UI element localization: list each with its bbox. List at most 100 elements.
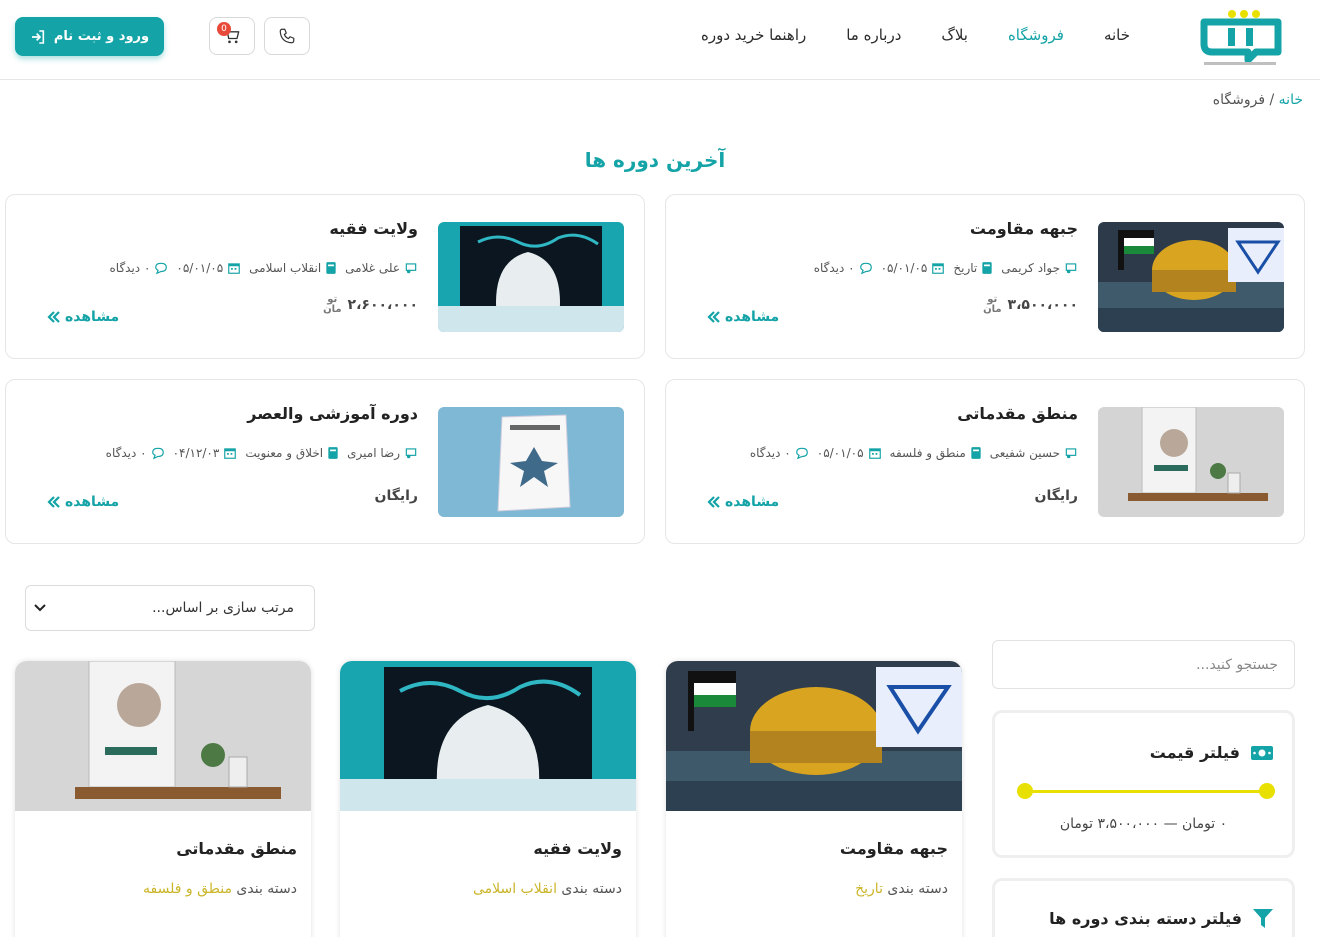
- cart-count-badge: 0: [217, 22, 231, 36]
- course-date: ۰۴/۱۲/۰۳: [172, 446, 220, 460]
- course-price: رایگان: [375, 488, 418, 504]
- category-icon: [982, 262, 992, 274]
- product-category-value[interactable]: منطق و فلسفه: [143, 881, 232, 897]
- product-card[interactable]: جبهه مقاومت دسته بندی تاریخ: [666, 661, 962, 937]
- nav-shop[interactable]: فروشگاه: [1008, 26, 1064, 44]
- course-category: منطق و فلسفه: [889, 446, 966, 460]
- product-category: دسته بندی منطق و فلسفه: [143, 881, 297, 897]
- product-title[interactable]: ولایت فقیه: [533, 839, 622, 858]
- course-date: ۰۵/۰۱/۰۵: [816, 446, 864, 460]
- product-card[interactable]: منطق مقدماتی دسته بندی منطق و فلسفه: [15, 661, 311, 937]
- double-chevron-left-icon: [707, 496, 720, 508]
- funnel-icon: [1253, 909, 1273, 928]
- course-meta: حسین شفیعی منطق و فلسفه ۰۵/۰۱/۰۵ ۰ دیدگا…: [750, 446, 1078, 460]
- course-comments: ۰ دیدگاه: [105, 446, 147, 460]
- latest-course-card[interactable]: منطق مقدماتی حسین شفیعی منطق و فلسفه ۰۵/…: [665, 379, 1305, 544]
- price-value: ۲،۶۰۰،۰۰۰: [347, 297, 418, 313]
- price-value: ۳،۵۰۰،۰۰۰: [1007, 297, 1078, 313]
- course-title[interactable]: منطق مقدماتی: [957, 404, 1078, 423]
- category-filter-title: فیلتر دسته بندی دوره ها: [1049, 908, 1242, 928]
- product-category-value[interactable]: انقلاب اسلامی: [473, 881, 557, 897]
- product-card[interactable]: ولایت فقیه دسته بندی انقلاب اسلامی: [340, 661, 636, 937]
- product-title[interactable]: منطق مقدماتی: [176, 839, 297, 858]
- phone-button[interactable]: [264, 17, 310, 55]
- price-range-text: ۰ تومان — ۳،۵۰۰،۰۰۰ تومان: [1059, 816, 1228, 832]
- teacher-icon: [1065, 263, 1077, 274]
- product-title[interactable]: جبهه مقاومت: [840, 839, 948, 858]
- product-image: [15, 661, 311, 811]
- double-chevron-left-icon: [47, 311, 60, 323]
- course-thumbnail: [1098, 222, 1284, 332]
- category-filter-header: فیلتر دسته بندی دوره ها: [1049, 907, 1274, 929]
- latest-course-card[interactable]: جبهه مقاومت جواد کریمی تاریخ ۰۵/۰۱/۰۵ ۰ …: [665, 194, 1305, 359]
- course-teacher: رضا امیری: [347, 446, 400, 460]
- login-icon: [31, 29, 45, 44]
- site-logo[interactable]: [1198, 8, 1284, 70]
- price-currency: تو مان: [983, 294, 1002, 315]
- login-label: ورود و ثبت نام: [53, 29, 150, 44]
- calendar-icon: [932, 263, 945, 274]
- category-icon: [328, 447, 338, 459]
- search-input[interactable]: جستجو کنید...: [992, 640, 1295, 689]
- category-icon: [971, 447, 981, 459]
- course-date: ۰۵/۰۱/۰۵: [880, 261, 928, 275]
- double-chevron-left-icon: [707, 311, 720, 323]
- course-thumbnail: [438, 222, 624, 332]
- course-category: اخلاق و معنویت: [245, 446, 324, 460]
- breadcrumb: خانه / فروشگاه: [1213, 92, 1303, 108]
- main-nav: خانه فروشگاه بلاگ درباره ما راهنما خرید …: [701, 26, 1130, 44]
- latest-course-card[interactable]: دوره آموزشی والعصر رضا امیری اخلاق و معن…: [5, 379, 645, 544]
- course-title[interactable]: دوره آموزشی والعصر: [247, 404, 418, 423]
- view-label: مشاهده: [65, 494, 120, 510]
- category-filter: فیلتر دسته بندی دوره ها: [992, 878, 1295, 937]
- course-price: رایگان: [1035, 488, 1078, 504]
- course-comments: ۰ دیدگاه: [749, 446, 791, 460]
- course-meta: جواد کریمی تاریخ ۰۵/۰۱/۰۵ ۰ دیدگاه: [814, 261, 1078, 275]
- course-title[interactable]: جبهه مقاومت: [970, 219, 1078, 238]
- price-filter: فیلتر قیمت ۰ تومان — ۳،۵۰۰،۰۰۰ تومان: [992, 710, 1295, 858]
- view-course-link[interactable]: مشاهده: [47, 309, 119, 325]
- product-category-value[interactable]: تاریخ: [855, 881, 883, 897]
- view-label: مشاهده: [65, 309, 120, 325]
- price-value: رایگان: [1034, 488, 1078, 504]
- view-course-link[interactable]: مشاهده: [707, 309, 779, 325]
- course-meta: رضا امیری اخلاق و معنویت ۰۴/۱۲/۰۳ ۰ دیدگ…: [106, 446, 418, 460]
- teacher-icon: [405, 263, 417, 274]
- site-header: خانه فروشگاه بلاگ درباره ما راهنما خرید …: [0, 0, 1320, 80]
- nav-purchase-guide[interactable]: راهنما خرید دوره: [701, 26, 806, 44]
- sort-select[interactable]: مرتب سازی بر اساس...: [25, 585, 315, 631]
- price-range-max-handle[interactable]: [1017, 783, 1033, 799]
- nav-blog[interactable]: بلاگ: [941, 26, 968, 44]
- search-placeholder: جستجو کنید...: [1196, 656, 1278, 673]
- course-category: تاریخ: [953, 261, 978, 275]
- phone-icon: [279, 28, 295, 44]
- breadcrumb-current: فروشگاه: [1212, 92, 1266, 108]
- price-filter-header: فیلتر قیمت: [1150, 743, 1274, 762]
- course-title[interactable]: ولایت فقیه: [329, 219, 418, 238]
- price-range-min-handle[interactable]: [1259, 783, 1275, 799]
- course-teacher: حسین شفیعی: [989, 446, 1060, 460]
- breadcrumb-home[interactable]: خانه: [1279, 92, 1303, 108]
- calendar-icon: [224, 448, 237, 459]
- price-currency: تو مان: [323, 294, 342, 315]
- login-register-button[interactable]: ورود و ثبت نام: [15, 17, 164, 56]
- nav-about[interactable]: درباره ما: [846, 26, 901, 44]
- cart-button[interactable]: 0: [209, 17, 255, 55]
- course-comments: ۰ دیدگاه: [813, 261, 855, 275]
- product-image: [666, 661, 962, 811]
- course-price: ۲،۶۰۰،۰۰۰ تو مان: [323, 295, 418, 315]
- course-teacher: علی غلامی: [345, 261, 400, 275]
- nav-home[interactable]: خانه: [1104, 26, 1130, 44]
- product-category: دسته بندی تاریخ: [855, 881, 948, 897]
- price-value: رایگان: [374, 488, 418, 504]
- teacher-icon: [1065, 448, 1077, 459]
- view-course-link[interactable]: مشاهده: [707, 494, 779, 510]
- view-course-link[interactable]: مشاهده: [47, 494, 119, 510]
- course-teacher: جواد کریمی: [1001, 261, 1060, 275]
- view-label: مشاهده: [725, 494, 780, 510]
- latest-course-card[interactable]: ولایت فقیه علی غلامی انقلاب اسلامی ۰۵/۰۱…: [5, 194, 645, 359]
- calendar-icon: [868, 448, 881, 459]
- price-range-track[interactable]: [1020, 790, 1265, 793]
- course-price: ۳،۵۰۰،۰۰۰ تو مان: [983, 295, 1078, 315]
- comment-icon: [859, 262, 872, 275]
